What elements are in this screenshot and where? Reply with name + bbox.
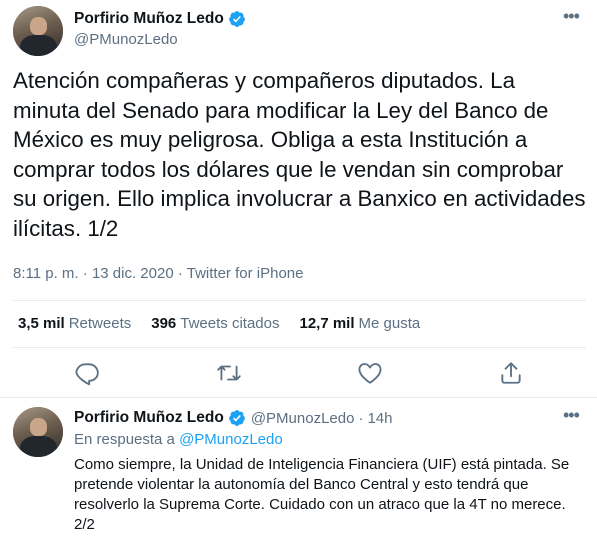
reply-text: Como siempre, la Unidad de Inteligencia … [74, 456, 570, 533]
replying-to: En respuesta a @PMunozLedo [74, 431, 283, 448]
like-icon[interactable] [357, 360, 383, 386]
tweet-actions [0, 360, 597, 388]
reply-author-name[interactable]: Porfirio Muñoz Ledo [74, 409, 224, 427]
reply-header: Porfirio Muñoz Ledo @PMunozLedo · 14h [74, 409, 392, 427]
author-name[interactable]: Porfirio Muñoz Ledo [74, 10, 224, 28]
reply-separator: · [358, 409, 364, 427]
reply-author-handle[interactable]: @PMunozLedo [251, 410, 355, 427]
likes-count: 12,7 mil [299, 315, 355, 332]
verified-badge-icon [228, 11, 245, 27]
retweet-icon[interactable] [216, 360, 242, 386]
retweets-count: 3,5 mil [18, 315, 65, 332]
divider [13, 300, 586, 301]
retweets-stat[interactable]: 3,5 mil Retweets [18, 315, 131, 332]
tweet-stats: 3,5 mil Retweets 396 Tweets citados 12,7 m… [18, 315, 440, 332]
thread-divider [0, 397, 597, 398]
reply-more-options-icon[interactable]: ••• [563, 405, 580, 426]
author-name-row: Porfirio Muñoz Ledo [74, 10, 246, 28]
author-avatar[interactable] [13, 6, 63, 56]
likes-label: Me gusta [358, 315, 421, 332]
tweet-time[interactable]: 8:11 p. m. [13, 265, 79, 282]
reply-age[interactable]: 14h [367, 410, 392, 427]
tweet-meta: 8:11 p. m. · 13 dic. 2020 · Twitter for … [13, 265, 303, 282]
author-handle[interactable]: @PMunozLedo [74, 31, 178, 48]
divider [13, 347, 586, 348]
share-icon[interactable] [498, 360, 524, 386]
main-tweet: Porfirio Muñoz Ledo @PMunozLedo ••• Aten… [0, 0, 597, 400]
verified-badge-icon [228, 410, 245, 426]
likes-stat[interactable]: 12,7 mil Me gusta [299, 315, 420, 332]
meta-separator: · [177, 265, 183, 282]
tweet-date[interactable]: 13 dic. 2020 [92, 265, 174, 282]
more-options-icon[interactable]: ••• [563, 6, 580, 27]
tweet-source[interactable]: Twitter for iPhone [187, 265, 304, 282]
retweets-label: Retweets [68, 315, 132, 332]
reply-icon[interactable] [74, 360, 100, 386]
quote-tweets-label: Tweets citados [180, 315, 280, 332]
tweet-text: Atención compañeras y compañeros diputad… [13, 68, 586, 241]
tweet-detail: Porfirio Muñoz Ledo @PMunozLedo ••• Aten… [0, 0, 597, 533]
meta-separator: · [82, 265, 88, 282]
quote-tweets-stat[interactable]: 396 Tweets citados [151, 315, 279, 332]
replying-to-handle[interactable]: @PMunozLedo [179, 431, 283, 448]
reply-author-avatar[interactable] [13, 407, 63, 457]
quote-tweets-count: 396 [151, 315, 177, 332]
replying-to-prefix: En respuesta a [74, 431, 175, 448]
